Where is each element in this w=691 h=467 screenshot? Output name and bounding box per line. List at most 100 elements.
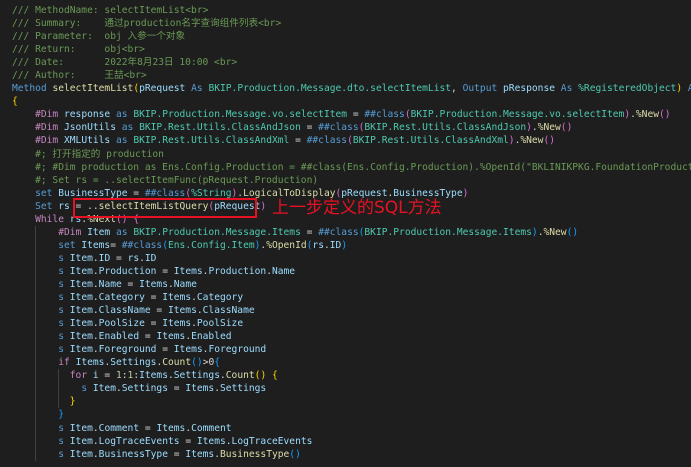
indent-guide <box>35 343 37 357</box>
code-token: { <box>133 213 140 225</box>
code-line[interactable]: if Items.Settings.Count()>0{ <box>0 356 691 370</box>
code-token: Items <box>156 331 186 343</box>
code-token: Items <box>196 435 226 447</box>
code-token: Count <box>225 370 255 382</box>
code-token: Name <box>98 278 122 290</box>
code-token: as <box>116 135 128 147</box>
code-token: () <box>560 122 573 134</box>
code-token: Item <box>69 292 93 304</box>
code-line[interactable]: #Dim XMLUtils as BKIP.Rest.Utils.ClassAn… <box>0 134 691 147</box>
code-token: #Dim <box>35 109 59 121</box>
indent-guide <box>35 330 37 344</box>
code-token: = <box>347 109 365 121</box>
indent-guide <box>35 264 37 278</box>
code-token: rs <box>58 200 70 212</box>
code-line[interactable]: s Item.LogTraceEvents = Items.LogTraceEv… <box>0 434 691 448</box>
code-line[interactable]: } <box>0 408 691 422</box>
code-line[interactable]: s Item.Foreground = Items.Foreground <box>0 343 691 357</box>
code-line[interactable]: for i = 1:1:Items.Settings.Count() { <box>0 369 691 383</box>
code-line[interactable]: /// Author: 王喆<br> <box>0 69 691 82</box>
code-line[interactable]: s Item.Production = Items.Production.Nam… <box>0 264 691 278</box>
code-line[interactable]: s Item.BusinessType = Items.BusinessType… <box>0 447 691 461</box>
code-token: /// Date: 2022年8月23日 10:00 <br> <box>12 57 238 69</box>
code-token: set <box>58 239 76 251</box>
code-line[interactable]: /// Parameter: obj 入参一个对象 <box>0 30 691 43</box>
code-line[interactable]: #; #Dim production as Ens.Config.Product… <box>0 161 691 174</box>
code-token: = <box>156 344 174 356</box>
code-token: = <box>144 318 163 330</box>
code-token: Item <box>69 422 93 434</box>
code-line[interactable]: s Item.Category = Items.Category <box>0 291 691 305</box>
code-token: selectItemList <box>52 83 134 95</box>
code-token: = <box>69 200 88 212</box>
indent-guide <box>35 408 37 422</box>
code-line[interactable]: /// Return: obj<br> <box>0 43 691 56</box>
code-token: Name <box>271 265 296 277</box>
indent-guide <box>35 421 37 435</box>
code-token: pResponse <box>503 83 556 95</box>
code-token: %RegisteredObject <box>578 83 677 95</box>
code-line[interactable]: s Item.PoolSize = Items.PoolSize <box>0 317 691 331</box>
code-token: As <box>191 83 203 95</box>
code-token: >0 <box>202 357 215 369</box>
code-line[interactable]: /// Date: 2022年8月23日 10:00 <br> <box>0 56 691 69</box>
code-token: = <box>179 435 197 447</box>
code-token: as <box>121 122 134 134</box>
code-token: Items <box>173 265 203 277</box>
code-line[interactable]: { <box>0 95 691 108</box>
indent-guide <box>35 238 37 252</box>
code-line[interactable]: set Items= ##class(Ens.Config.Item).%Ope… <box>0 238 691 252</box>
code-token: %New <box>635 109 659 121</box>
code-token: /// Summary: 通过production名字查询组件列表<br> <box>12 18 282 30</box>
code-line[interactable]: /// MethodName: selectItemList<br> <box>0 4 691 17</box>
code-line[interactable]: } <box>0 395 691 409</box>
code-line[interactable]: #; 打开指定的 production <box>0 148 691 161</box>
code-editor[interactable]: /// MethodName: selectItemList<br> /// Su… <box>0 0 691 467</box>
code-token: Ens.Config.Item <box>168 239 255 251</box>
code-token: selectItemListQuery <box>98 200 209 212</box>
code-line[interactable]: /// Summary: 通过production名字查询组件列表<br> <box>0 17 691 30</box>
code-token: /// Return: obj<br> <box>12 44 145 56</box>
code-token: BusinessType <box>219 448 290 460</box>
code-token: = <box>167 383 186 395</box>
code-token: Item <box>87 226 111 238</box>
code-token: () <box>254 370 267 382</box>
code-line[interactable]: s Item.ID = rs.ID <box>0 251 691 265</box>
code-token: BKIP.Rest.Utils.ClassAndJson <box>364 122 527 134</box>
code-token: rs <box>69 213 82 225</box>
code-token: { <box>272 370 278 382</box>
code-token: = <box>139 422 157 434</box>
code-line[interactable]: s Item.Settings = Items.Settings <box>0 382 691 396</box>
indent-guide <box>58 395 60 409</box>
code-line[interactable]: #Dim JsonUtils as BKIP.Rest.Utils.ClassA… <box>0 121 691 134</box>
code-line[interactable]: s Item.Enabled = Items.Enabled <box>0 330 691 344</box>
code-line[interactable]: Method selectItemList(pRequest As BKIP.P… <box>0 82 691 95</box>
code-token: Item <box>69 331 93 343</box>
code-token: As <box>560 83 573 95</box>
code-token: { <box>12 96 18 108</box>
code-line[interactable]: s Item.Name = Items.Name <box>0 277 691 292</box>
code-token: BKIP.Production.Message.vo.selectItem <box>410 109 625 121</box>
code-token: Settings <box>121 383 168 395</box>
code-token: %OpenId <box>266 239 307 251</box>
code-line[interactable]: s Item.Comment = Items.Comment <box>0 421 691 435</box>
code-token: LogTraceEvents <box>98 435 180 447</box>
code-token: Item <box>69 265 93 277</box>
code-token: %Next <box>87 213 117 225</box>
code-token: Items <box>162 318 192 330</box>
code-token: BKIP.Production.Message.dto.selectItemLi… <box>208 83 452 95</box>
code-line[interactable]: s Item.ClassName = Items.ClassName <box>0 304 691 318</box>
code-line[interactable]: #; Set rs = ..selectItemFunc(pRequest.Pr… <box>0 174 691 187</box>
code-token: Set <box>35 200 53 212</box>
code-token: BKIP.Rest.Utils.ClassAndXml <box>133 135 290 147</box>
code-line[interactable]: #Dim response as BKIP.Production.Message… <box>0 108 691 121</box>
code-token: = <box>289 135 307 147</box>
code-line[interactable]: #Dim Item as BKIP.Production.Message.Ite… <box>0 225 691 239</box>
code-token: Name <box>173 278 197 290</box>
code-lines[interactable]: /// MethodName: selectItemList<br> /// Su… <box>0 4 691 461</box>
